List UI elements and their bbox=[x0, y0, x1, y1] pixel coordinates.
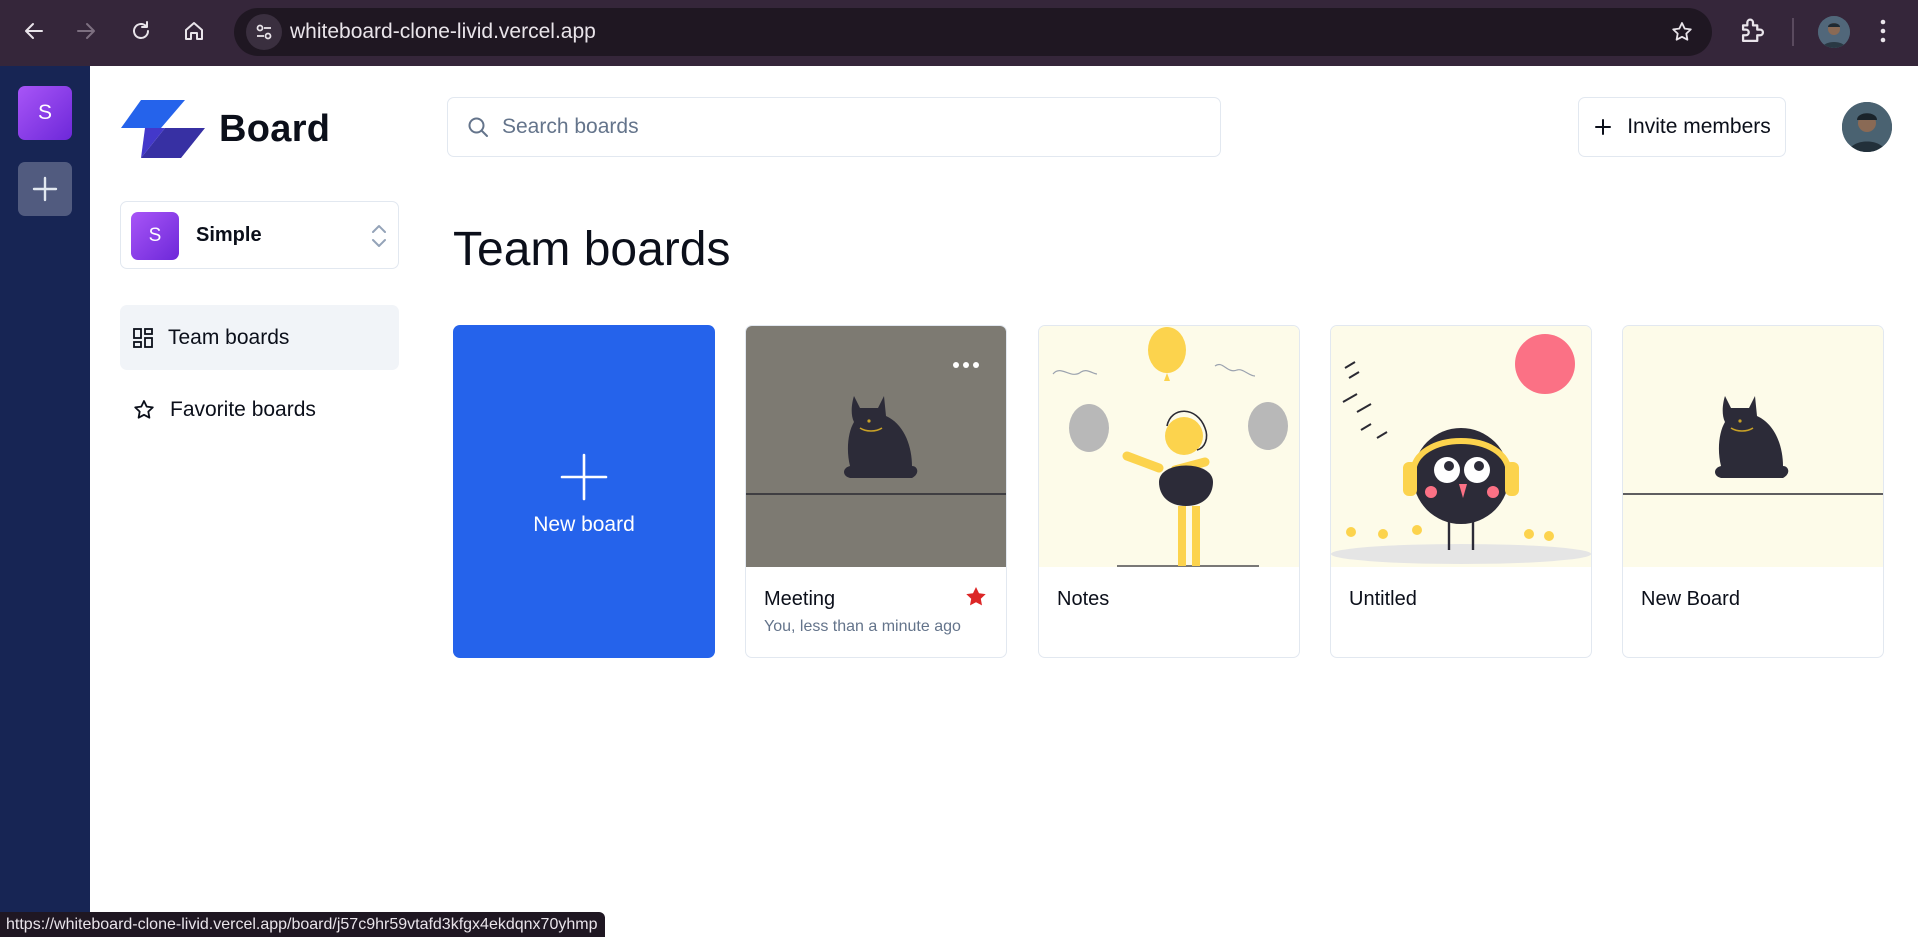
sidebar-item-team-boards[interactable]: Team boards bbox=[120, 305, 399, 370]
forward-button[interactable] bbox=[66, 11, 106, 51]
extensions-icon[interactable] bbox=[1736, 14, 1770, 53]
board-thumbnail bbox=[1331, 326, 1591, 567]
search-input[interactable] bbox=[502, 98, 1202, 156]
dashboard-icon bbox=[133, 327, 153, 348]
sidebar-item-favorite-boards[interactable]: Favorite boards bbox=[120, 377, 399, 442]
board-card[interactable]: Notes bbox=[1038, 325, 1300, 658]
bookmark-star-icon[interactable] bbox=[1670, 20, 1694, 49]
sidebar-item-label: Favorite boards bbox=[170, 397, 316, 421]
toolbar-divider bbox=[1792, 18, 1794, 46]
board-subtitle: You, less than a minute ago bbox=[764, 618, 961, 635]
board-title: Notes bbox=[1057, 588, 1110, 610]
search-icon bbox=[466, 115, 490, 144]
board-thumbnail bbox=[1039, 326, 1299, 567]
rail-org-button[interactable]: S bbox=[18, 86, 72, 140]
tune-icon bbox=[256, 24, 272, 40]
plus-icon bbox=[1595, 119, 1612, 135]
search-box[interactable] bbox=[447, 97, 1221, 157]
profile-avatar[interactable] bbox=[1818, 16, 1850, 48]
reload-icon bbox=[133, 21, 149, 39]
favorite-star-icon[interactable] bbox=[964, 585, 988, 614]
org-switcher[interactable]: S Simple bbox=[120, 201, 399, 269]
logo-text: Board bbox=[219, 107, 331, 150]
back-button[interactable] bbox=[14, 11, 54, 51]
plus-icon bbox=[560, 453, 608, 506]
new-board-button[interactable]: New board bbox=[453, 325, 715, 658]
logo-icon bbox=[121, 100, 205, 158]
board-title: Untitled bbox=[1349, 588, 1417, 610]
board-thumbnail bbox=[1623, 326, 1883, 567]
url-text: whiteboard-clone-livid.vercel.app bbox=[290, 20, 596, 43]
browser-menu-icon[interactable] bbox=[1878, 14, 1888, 53]
browser-toolbar: whiteboard-clone-livid.vercel.app bbox=[0, 0, 1918, 66]
status-bar-url: https://whiteboard-clone-livid.vercel.ap… bbox=[0, 912, 606, 937]
arrow-left-icon bbox=[25, 23, 43, 39]
home-button[interactable] bbox=[174, 11, 214, 51]
org-name: Simple bbox=[196, 224, 262, 246]
create-org-button[interactable] bbox=[18, 162, 72, 216]
invite-members-button[interactable]: Invite members bbox=[1578, 97, 1786, 157]
sidebar-item-label: Team boards bbox=[168, 325, 290, 349]
plus-icon bbox=[32, 176, 58, 202]
invite-members-label: Invite members bbox=[1627, 115, 1771, 138]
user-avatar[interactable] bbox=[1842, 102, 1892, 152]
home-icon bbox=[185, 22, 203, 40]
board-title: Meeting bbox=[764, 588, 836, 610]
reload-button[interactable] bbox=[121, 11, 161, 51]
site-info-button[interactable] bbox=[246, 14, 282, 50]
star-icon bbox=[134, 399, 154, 419]
board-card[interactable]: Untitled bbox=[1330, 325, 1592, 658]
more-options-icon[interactable] bbox=[952, 356, 980, 374]
address-bar[interactable]: whiteboard-clone-livid.vercel.app bbox=[234, 8, 1712, 56]
page-title: Team boards bbox=[453, 223, 731, 276]
board-title: New Board bbox=[1641, 588, 1740, 610]
org-badge: S bbox=[131, 212, 179, 260]
board-card[interactable]: Meeting You, less than a minute ago bbox=[745, 325, 1007, 658]
app-logo[interactable]: Board bbox=[121, 98, 330, 160]
new-board-label: New board bbox=[533, 513, 635, 536]
board-card[interactable]: New Board bbox=[1622, 325, 1884, 658]
chevrons-up-down-icon bbox=[370, 222, 388, 255]
arrow-right-icon bbox=[77, 23, 95, 39]
org-rail: S bbox=[0, 66, 90, 937]
